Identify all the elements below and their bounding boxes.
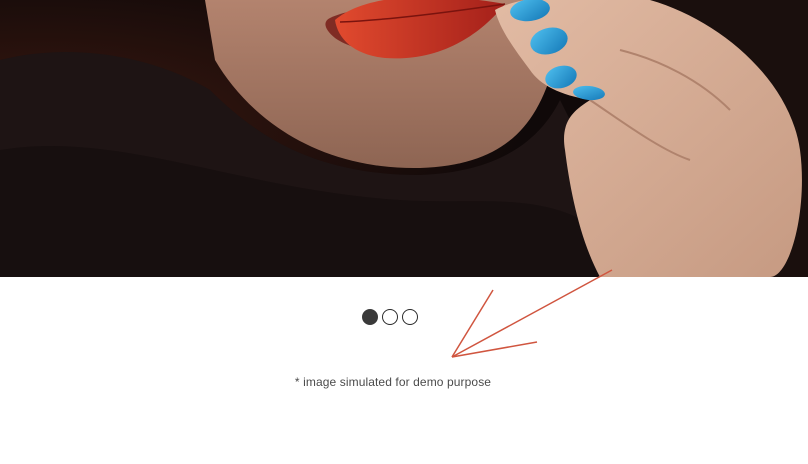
disclaimer-text: * image simulated for demo purpose: [294, 375, 492, 389]
carousel-dot-3[interactable]: [402, 309, 418, 325]
arrow-head-lower: [451, 341, 538, 358]
carousel-dot-1[interactable]: [362, 309, 378, 325]
hero-image: [0, 0, 808, 277]
carousel-dot-2[interactable]: [382, 309, 398, 325]
page: * image simulated for demo purpose: [0, 0, 808, 464]
arrow-shaft: [451, 269, 613, 358]
carousel-pagination: [362, 308, 418, 326]
hero-illustration: [0, 0, 808, 277]
arrow-head-upper: [451, 289, 494, 358]
